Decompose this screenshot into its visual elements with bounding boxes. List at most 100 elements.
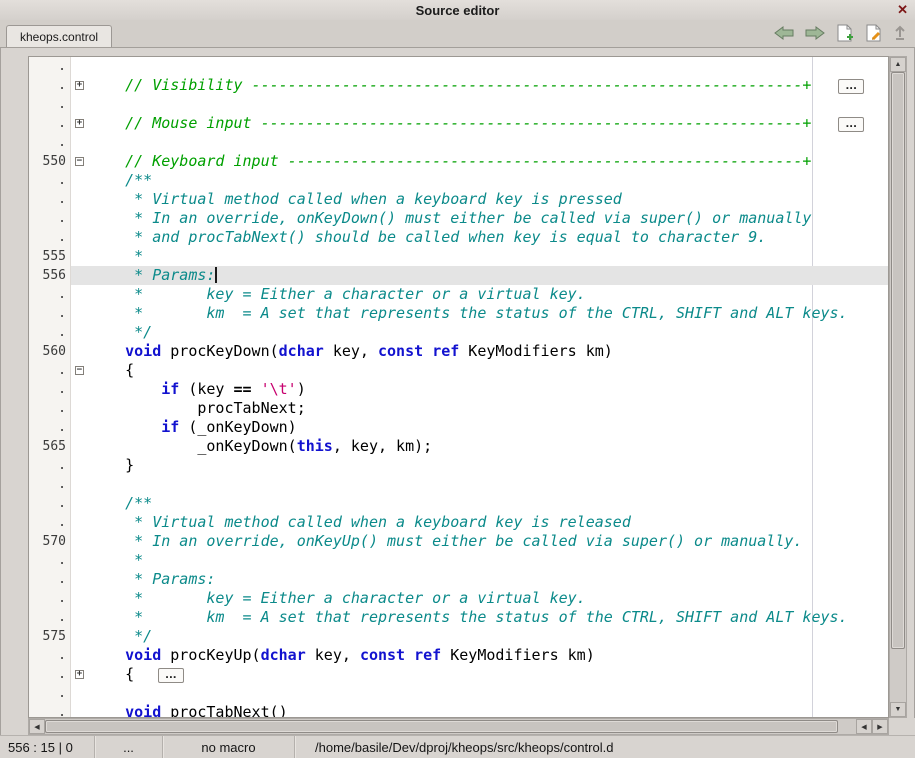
code-text[interactable]: void procTabNext() [89,703,288,718]
code-text[interactable]: // Mouse input -------------------------… [89,114,864,133]
detach-editor-button[interactable] [893,25,907,41]
code-text[interactable]: * key = Either a character or a virtual … [89,589,586,608]
scroll-down-icon[interactable]: ▼ [890,702,906,717]
line-number[interactable]: . [29,133,71,152]
line-number[interactable]: . [29,323,71,342]
new-document-button[interactable] [835,24,855,42]
code-text[interactable]: procTabNext; [89,399,306,418]
line-number[interactable]: . [29,190,71,209]
folded-code-ellipsis[interactable]: ... [838,117,863,132]
code-text[interactable]: // Keyboard input ----------------------… [89,152,811,171]
code-text[interactable]: */ [89,627,152,646]
line-number[interactable]: . [29,570,71,589]
code-text[interactable]: * km = A set that represents the status … [89,608,848,627]
scroll-left-icon[interactable]: ◀ [29,719,45,734]
line-number[interactable]: . [29,228,71,247]
fold-column [71,570,89,589]
go-back-button[interactable] [773,25,795,41]
fold-expand-icon[interactable]: + [75,119,84,128]
line-number[interactable]: . [29,380,71,399]
line-number[interactable]: . [29,209,71,228]
code-text[interactable]: * In an override, onKeyUp() must either … [89,532,802,551]
line-number[interactable]: . [29,684,71,703]
scroll-right-icon[interactable]: ▶ [872,719,888,734]
code-text[interactable]: _onKeyDown(this, key, km); [89,437,432,456]
line-number[interactable]: . [29,456,71,475]
horizontal-scroll-thumb[interactable] [45,720,838,733]
code-text[interactable]: * [89,551,143,570]
code-text[interactable]: */ [89,323,152,342]
line-number[interactable]: 550 [29,152,71,171]
line-number[interactable]: 575 [29,627,71,646]
line-number[interactable]: . [29,551,71,570]
line-number[interactable]: 560 [29,342,71,361]
line-number[interactable]: 570 [29,532,71,551]
line-number[interactable]: . [29,361,71,380]
line-number[interactable]: . [29,114,71,133]
go-forward-button[interactable] [804,25,826,41]
line-number[interactable]: . [29,171,71,190]
code-text[interactable]: if (_onKeyDown) [89,418,297,437]
code-text[interactable]: /** [89,494,152,513]
fold-column: − [71,361,89,380]
fold-expand-icon[interactable]: + [75,81,84,90]
code-editor[interactable]: .. + // Visibility ----------------------… [28,56,889,718]
code-line: . * Params: [29,570,888,589]
code-text[interactable]: * km = A set that represents the status … [89,304,848,323]
code-text[interactable]: { [89,361,134,380]
line-number[interactable]: . [29,57,71,76]
code-text[interactable]: {... [89,665,184,684]
code-text[interactable]: * Params: [89,570,215,589]
line-number[interactable]: . [29,589,71,608]
scroll-left-icon-right-end[interactable]: ◀ [856,719,872,734]
vertical-scrollbar[interactable]: ▲ ▼ [889,56,907,718]
fold-collapse-icon[interactable]: − [75,157,84,166]
code-text[interactable]: /** [89,171,152,190]
line-number[interactable]: . [29,76,71,95]
code-text[interactable]: * [89,247,143,266]
code-text[interactable]: * and procTabNext() should be called whe… [89,228,766,247]
line-number[interactable]: . [29,665,71,684]
code-text[interactable]: * Virtual method called when a keyboard … [89,190,622,209]
line-number[interactable]: 556 [29,266,71,285]
line-number[interactable]: . [29,475,71,494]
line-number[interactable]: . [29,494,71,513]
close-icon[interactable]: ✕ [897,2,908,18]
save-document-button[interactable] [864,24,884,42]
tab-kheops-control[interactable]: kheops.control [6,25,112,47]
line-number[interactable]: . [29,399,71,418]
code-line: . [29,95,888,114]
fold-column [71,209,89,228]
code-text[interactable]: if (key == '\t') [89,380,306,399]
fold-column [71,190,89,209]
line-number[interactable]: . [29,95,71,114]
line-number[interactable]: . [29,418,71,437]
line-number[interactable]: . [29,646,71,665]
vertical-scroll-thumb[interactable] [891,72,905,649]
code-line: . if (_onKeyDown) [29,418,888,437]
code-text[interactable]: void procKeyUp(dchar key, const ref KeyM… [89,646,595,665]
line-number[interactable]: . [29,513,71,532]
code-text[interactable]: * Params: [89,266,217,285]
fold-expand-icon[interactable]: + [75,670,84,679]
code-text[interactable]: // Visibility --------------------------… [89,76,864,95]
line-number[interactable]: . [29,285,71,304]
line-number[interactable]: 555 [29,247,71,266]
folded-code-ellipsis[interactable]: ... [158,668,183,683]
line-number[interactable]: . [29,304,71,323]
fold-collapse-icon[interactable]: − [75,366,84,375]
folded-code-ellipsis[interactable]: ... [838,79,863,94]
line-number[interactable]: . [29,608,71,627]
code-text[interactable]: } [89,456,134,475]
scroll-up-icon[interactable]: ▲ [890,57,906,72]
horizontal-scrollbar[interactable]: ◀ ◀ ▶ [28,718,889,735]
code-text[interactable]: * key = Either a character or a virtual … [89,285,586,304]
code-text[interactable]: * Virtual method called when a keyboard … [89,513,631,532]
file-path: /home/basile/Dev/dproj/kheops/src/kheops… [295,736,915,758]
code-text[interactable]: void procKeyDown(dchar key, const ref Ke… [89,342,613,361]
fold-column [71,551,89,570]
code-text[interactable]: * In an override, onKeyDown() must eithe… [89,209,811,228]
line-number[interactable]: 565 [29,437,71,456]
line-number[interactable]: . [29,703,71,718]
fold-column [71,627,89,646]
